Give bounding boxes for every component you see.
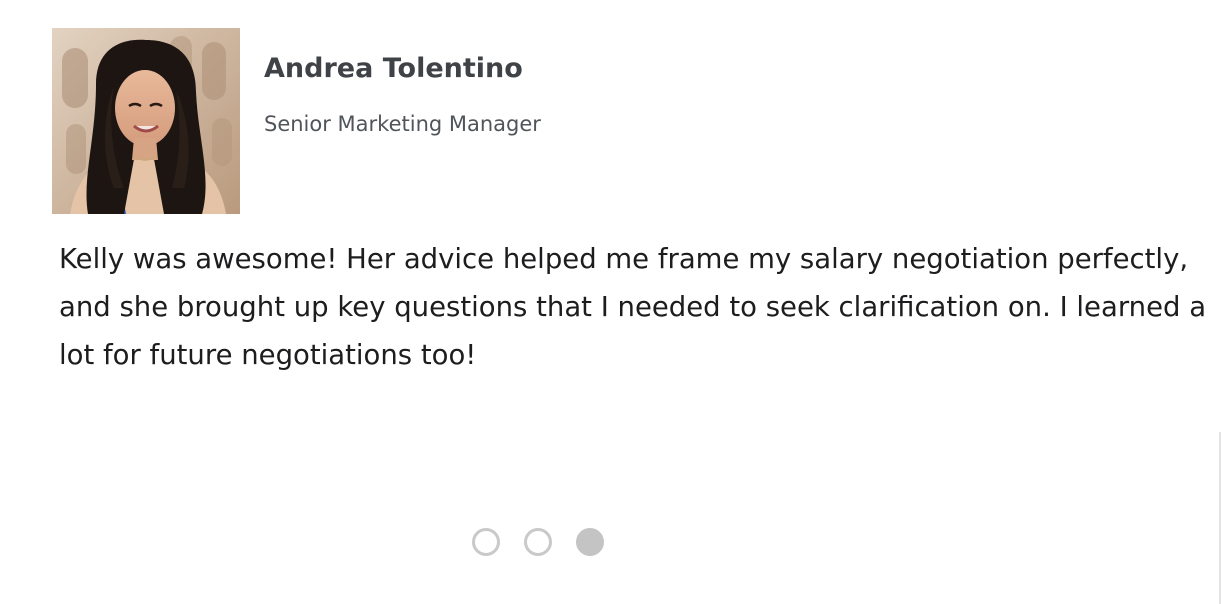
- testimonial-card: Andrea Tolentino Senior Marketing Manage…: [0, 0, 1222, 604]
- testimonial-quote: Kelly was awesome! Her advice helped me …: [59, 243, 1207, 371]
- edge-divider: [1219, 432, 1221, 604]
- carousel-dot-3-active[interactable]: [576, 528, 604, 556]
- carousel-dot-2[interactable]: [524, 528, 552, 556]
- reviewer-role: Senior Marketing Manager: [264, 112, 541, 136]
- reviewer-name: Andrea Tolentino: [264, 53, 523, 84]
- avatar: [52, 28, 240, 214]
- carousel-pagination: [472, 528, 604, 556]
- carousel-dot-1[interactable]: [472, 528, 500, 556]
- profile-photo: [52, 28, 240, 214]
